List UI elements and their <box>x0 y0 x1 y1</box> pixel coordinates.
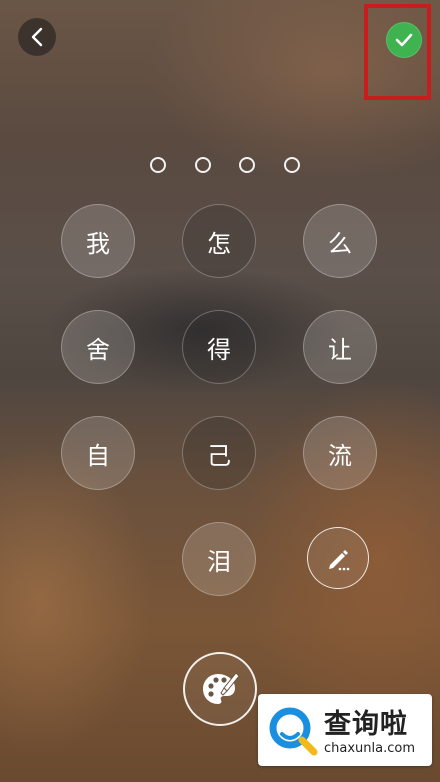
passcode-dot <box>150 157 166 173</box>
key-7[interactable]: 自 <box>61 416 135 490</box>
key-0[interactable]: 泪 <box>182 522 256 596</box>
key-label: 流 <box>328 441 352 470</box>
theme-button[interactable] <box>183 652 257 726</box>
key-label: 得 <box>207 335 231 364</box>
key-label: 自 <box>86 441 110 470</box>
key-9[interactable]: 流 <box>303 416 377 490</box>
key-2[interactable]: 怎 <box>182 204 256 278</box>
passcode-indicator <box>150 157 300 173</box>
checkmark-icon <box>395 33 413 47</box>
key-1[interactable]: 我 <box>61 204 135 278</box>
search-logo-icon <box>269 707 318 756</box>
key-5[interactable]: 得 <box>182 310 256 384</box>
watermark: 查询啦 chaxunla.com <box>258 694 432 766</box>
key-3[interactable]: 么 <box>303 204 377 278</box>
pencil-icon <box>329 550 350 571</box>
chevron-left-icon <box>31 27 43 47</box>
palette-icon <box>203 672 240 704</box>
key-label: 么 <box>328 229 352 258</box>
passcode-dot <box>283 157 300 173</box>
key-4[interactable]: 舍 <box>61 310 135 384</box>
back-button[interactable] <box>18 18 56 56</box>
key-8[interactable]: 己 <box>182 416 256 490</box>
key-label: 泪 <box>207 547 231 576</box>
key-label: 己 <box>207 441 231 470</box>
edit-keys-button[interactable] <box>307 527 369 589</box>
key-label: 怎 <box>207 229 231 258</box>
watermark-url: chaxunla.com <box>324 741 415 756</box>
passcode-dot <box>194 157 211 173</box>
key-label: 舍 <box>86 335 110 364</box>
key-label: 我 <box>86 229 110 258</box>
key-label: 让 <box>328 335 352 364</box>
confirm-button[interactable] <box>386 22 422 58</box>
passcode-dot <box>239 157 256 173</box>
key-6[interactable]: 让 <box>303 310 377 384</box>
watermark-title: 查询啦 <box>324 709 408 740</box>
